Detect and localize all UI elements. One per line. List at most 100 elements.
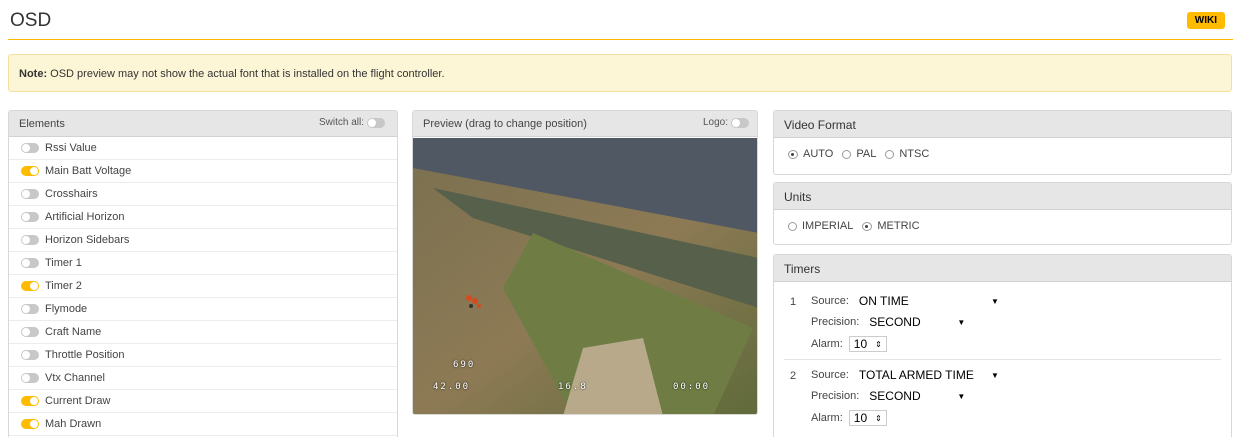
timer-alarm-row: Alarm: 10 ⇕: [811, 410, 887, 426]
element-item: Horizon Sidebars: [9, 229, 397, 252]
element-item: Current Draw: [9, 390, 397, 413]
elements-header: Elements Switch all:: [9, 111, 397, 137]
precision-label: Precision:: [811, 390, 860, 402]
element-toggle[interactable]: [21, 258, 39, 268]
timer-precision-select[interactable]: SECOND ▼: [865, 388, 970, 404]
element-toggle[interactable]: [21, 350, 39, 360]
timer-precision-value: SECOND: [869, 315, 921, 329]
element-label: Flymode: [45, 303, 88, 315]
element-toggle[interactable]: [21, 235, 39, 245]
element-toggle[interactable]: [21, 143, 39, 153]
osd-mah-drawn[interactable]: 690: [453, 360, 475, 370]
logo-switch: Logo:: [703, 117, 749, 128]
element-toggle[interactable]: [21, 419, 39, 429]
stepper-icon: ⇕: [875, 413, 882, 423]
element-label: Throttle Position: [45, 349, 125, 361]
precision-label: Precision:: [811, 316, 860, 328]
timer-divider: [784, 359, 1221, 360]
units-title: Units: [774, 183, 1231, 210]
osd-current-draw[interactable]: 42.00: [433, 382, 470, 392]
element-item: Vtx Channel: [9, 367, 397, 390]
timer-source-select[interactable]: ON TIME ▼: [854, 293, 1003, 309]
element-toggle[interactable]: [21, 212, 39, 222]
timer-precision-select[interactable]: SECOND ▼: [865, 314, 970, 330]
radio-auto[interactable]: [788, 149, 798, 159]
element-item: Artificial Horizon: [9, 206, 397, 229]
element-toggle[interactable]: [21, 373, 39, 383]
element-label: Timer 2: [45, 280, 82, 292]
osd-main-batt-voltage[interactable]: 16.8: [558, 382, 588, 392]
element-toggle[interactable]: [21, 189, 39, 199]
wiki-button[interactable]: WIKI: [1186, 12, 1225, 29]
timer-alarm-input[interactable]: 10 ⇕: [848, 410, 887, 426]
logo-label: Logo:: [702, 117, 728, 128]
alarm-label: Alarm:: [811, 338, 843, 350]
osd-timer-2[interactable]: 00:00: [673, 382, 710, 392]
logo-toggle[interactable]: [731, 117, 749, 128]
source-label: Source:: [811, 369, 849, 381]
radio-metric[interactable]: [862, 221, 873, 231]
switch-all: Switch all:: [319, 117, 385, 128]
element-label: Crosshairs: [45, 188, 98, 200]
switch-all-label: Switch all:: [318, 117, 364, 128]
timer-source-value: TOTAL ARMED TIME: [858, 368, 974, 382]
video-format-options: AUTO PAL NTSC: [774, 138, 1231, 170]
timer-precision-row: Precision: SECOND ▼: [811, 388, 970, 404]
timer-alarm-value: 10: [853, 337, 868, 351]
element-toggle[interactable]: [21, 396, 39, 406]
timer-source-select[interactable]: TOTAL ARMED TIME ▼: [854, 367, 1003, 383]
element-label: Mah Drawn: [45, 418, 102, 430]
elements-list: Rssi Value Main Batt Voltage Crosshairs …: [9, 137, 397, 436]
video-format-panel: Video Format AUTO PAL NTSC: [773, 110, 1232, 175]
element-item: Craft Name: [9, 321, 397, 344]
timer-source-value: ON TIME: [858, 294, 909, 308]
radio-metric-label: METRIC: [877, 220, 920, 232]
element-label: Vtx Channel: [45, 372, 105, 384]
chevron-down-icon: ▼: [991, 370, 999, 380]
preview-panel: Preview (drag to change position) Logo:: [412, 110, 758, 415]
element-toggle[interactable]: [21, 327, 39, 337]
timer-number: 2: [790, 370, 797, 382]
timer-alarm-input[interactable]: 10 ⇕: [848, 336, 887, 352]
element-item: Throttle Position: [9, 344, 397, 367]
element-label: Rssi Value: [45, 142, 97, 154]
source-label: Source:: [811, 295, 849, 307]
element-item: Flymode: [9, 298, 397, 321]
radio-ntsc-label: NTSC: [899, 148, 930, 160]
element-item: Timer 1: [9, 252, 397, 275]
element-toggle[interactable]: [21, 304, 39, 314]
note-text: OSD preview may not show the actual font…: [47, 68, 445, 80]
page-header: OSD WIKI: [8, 0, 1233, 40]
chevron-down-icon: ▼: [991, 296, 999, 306]
element-label: Craft Name: [45, 326, 102, 338]
element-toggle[interactable]: [21, 166, 39, 176]
chevron-down-icon: ▼: [957, 391, 966, 401]
radio-pal[interactable]: [842, 149, 852, 159]
elements-title: Elements: [19, 118, 65, 130]
timer-precision-value: SECOND: [869, 389, 921, 403]
note-banner: Note: OSD preview may not show the actua…: [8, 54, 1232, 92]
page-title: OSD: [10, 10, 52, 31]
preview-header: Preview (drag to change position) Logo:: [413, 111, 757, 137]
switch-all-toggle[interactable]: [367, 117, 385, 128]
element-label: Main Batt Voltage: [45, 165, 132, 177]
radio-ntsc[interactable]: [885, 149, 895, 159]
timers-title: Timers: [774, 255, 1231, 282]
osd-preview-canvas[interactable]: 690 42.00 16.8 00:00: [413, 138, 757, 414]
timer-alarm-value: 10: [853, 411, 868, 425]
element-item: Mah Drawn: [9, 413, 397, 436]
chevron-down-icon: ▼: [957, 317, 966, 327]
radio-imperial[interactable]: [788, 221, 797, 231]
element-label: Artificial Horizon: [45, 211, 125, 223]
stepper-icon: ⇕: [875, 339, 882, 349]
note-label: Note:: [19, 68, 48, 80]
element-item: Main Batt Voltage: [9, 160, 397, 183]
timer-precision-row: Precision: SECOND ▼: [811, 314, 970, 330]
units-options: IMPERIAL METRIC: [774, 210, 1231, 242]
timer-number: 1: [790, 296, 797, 308]
timers-panel: Timers 1 Source: ON TIME ▼ Precision: SEC…: [773, 254, 1232, 437]
radio-imperial-label: IMPERIAL: [802, 220, 854, 232]
timer-source-row: Source: TOTAL ARMED TIME ▼: [811, 367, 1003, 383]
element-toggle[interactable]: [21, 281, 39, 291]
timer-block-1: 1 Source: ON TIME ▼ Precision: SECOND ▼ Al…: [774, 282, 1231, 432]
